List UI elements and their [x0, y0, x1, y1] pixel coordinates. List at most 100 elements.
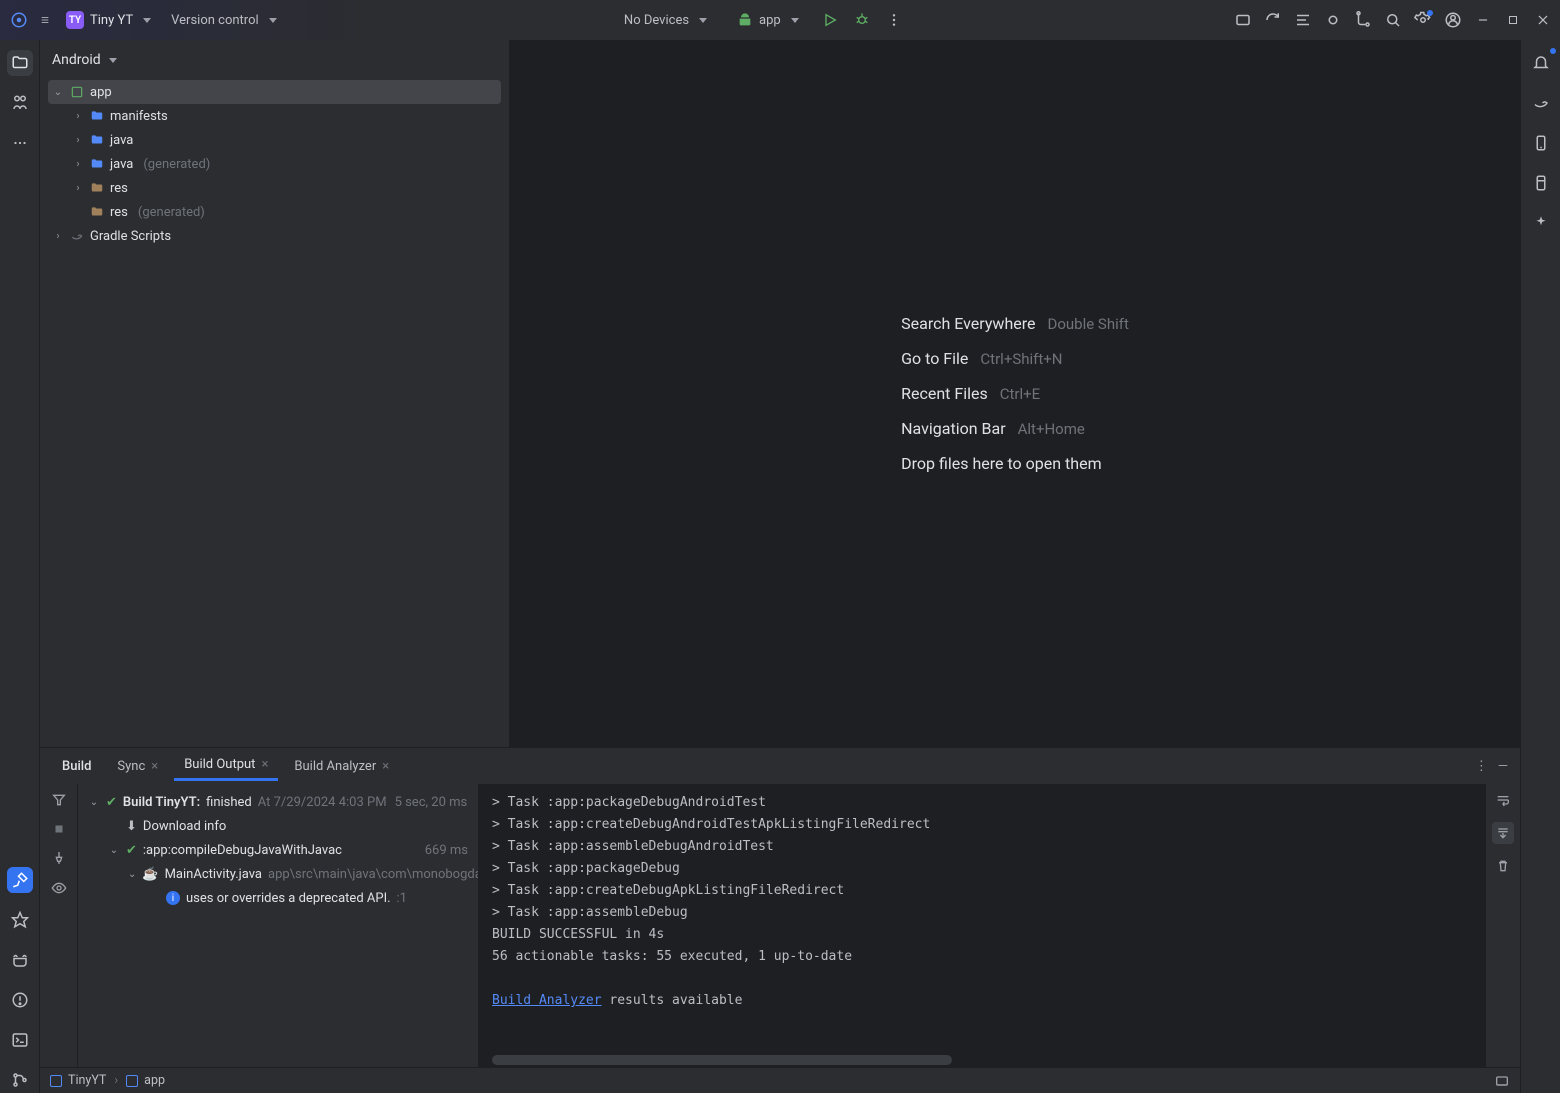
stop-icon[interactable] [52, 822, 66, 836]
minimize-panel-icon[interactable]: — [1498, 759, 1508, 774]
build-label: uses or overrides a deprecated API. [186, 891, 391, 906]
hint-shortcut: Ctrl+Shift+N [980, 350, 1062, 368]
tree-label: res [110, 205, 128, 220]
project-selector[interactable]: TY Tiny YT [60, 9, 157, 31]
minimize-icon[interactable] [1474, 11, 1492, 29]
app-logo-icon[interactable] [8, 9, 30, 31]
tree-label: app [90, 85, 112, 100]
more-tools-icon[interactable] [7, 130, 33, 156]
pin-icon[interactable] [51, 850, 67, 866]
stack-icon[interactable] [1294, 11, 1312, 29]
tab-build-analyzer[interactable]: Build Analyzer × [284, 753, 399, 780]
build-title: Build [52, 753, 101, 780]
build-node-file[interactable]: ⌄☕ MainActivity.java app\src\main\java\c… [82, 862, 474, 886]
tree-label: java [110, 133, 133, 148]
clear-icon[interactable] [1495, 858, 1511, 874]
run-config-selector[interactable]: app [729, 10, 807, 30]
device-selector[interactable]: No Devices [616, 11, 715, 30]
console-line: > Task :app:packageDebugAndroidTest [492, 792, 1472, 814]
build-analyzer-link[interactable]: Build Analyzer [492, 993, 602, 1008]
tab-sync[interactable]: Sync× [107, 753, 168, 780]
maximize-icon[interactable] [1504, 11, 1522, 29]
settings-icon[interactable] [1414, 11, 1432, 29]
build-node-warning[interactable]: i uses or overrides a deprecated API. :1 [82, 886, 474, 910]
close-icon[interactable]: × [261, 757, 268, 772]
tree-node-res[interactable]: › res [48, 176, 501, 200]
tree-label-suffix: (generated) [143, 157, 210, 172]
build-tool-window: Build Sync× Build Output× Build Analyzer… [40, 747, 1520, 1067]
build-duration: 5 sec, 20 ms [395, 795, 468, 810]
right-tool-strip [1520, 40, 1560, 1093]
tree-node-res-gen[interactable]: res (generated) [48, 200, 501, 224]
git-icon[interactable] [1354, 11, 1372, 29]
reload-icon[interactable] [1264, 11, 1282, 29]
tab-label: Build Analyzer [294, 759, 376, 774]
run-button[interactable] [821, 11, 839, 29]
tree-label: java [110, 157, 133, 172]
tree-node-java[interactable]: › java [48, 128, 501, 152]
device-label: No Devices [624, 13, 689, 28]
build-path: app\src\main\java\com\monobogda [268, 867, 478, 882]
build-node-compile[interactable]: ⌄✔ :app:compileDebugJavaWithJavac 669 ms [82, 838, 474, 862]
console-line: > Task :app:assembleDebugAndroidTest [492, 836, 1472, 858]
build-tool-icon[interactable] [7, 867, 33, 893]
code-with-me-icon[interactable] [1234, 11, 1252, 29]
tree-node-java-gen[interactable]: › java (generated) [48, 152, 501, 176]
build-console[interactable]: > Task :app:packageDebugAndroidTest > Ta… [478, 784, 1486, 1067]
close-icon[interactable]: × [382, 759, 389, 774]
hint-label: Navigation Bar [901, 419, 1005, 438]
build-label: Build TinyYT: [123, 795, 200, 810]
close-icon[interactable]: × [151, 759, 158, 774]
close-icon[interactable] [1534, 11, 1552, 29]
more-icon[interactable]: ⋮ [1475, 759, 1488, 774]
project-view-selector[interactable]: Android [40, 40, 509, 80]
build-node-root[interactable]: ⌄✔ Build TinyYT: finished At 7/29/2024 4… [82, 790, 474, 814]
terminal-tool-icon[interactable] [7, 1027, 33, 1053]
build-label: :app:compileDebugJavaWithJavac [143, 843, 342, 858]
soft-wrap-icon[interactable] [1495, 792, 1511, 808]
gradle-tool-icon[interactable] [1528, 90, 1554, 116]
tree-node-gradle[interactable]: › Gradle Scripts [48, 224, 501, 248]
problems-tool-icon[interactable] [7, 987, 33, 1013]
device-explorer-icon[interactable] [1528, 170, 1554, 196]
console-line: 56 actionable tasks: 55 executed, 1 up-t… [492, 946, 1472, 968]
ai-assistant-icon[interactable] [1528, 210, 1554, 236]
build-status: finished [206, 795, 252, 810]
hint-shortcut: Ctrl+E [1000, 385, 1040, 403]
chevron-down-icon [695, 13, 707, 28]
vcs-widget[interactable]: Version control [163, 11, 285, 30]
console-line: > Task :app:packageDebug [492, 858, 1472, 880]
bookmarks-tool-icon[interactable] [7, 907, 33, 933]
build-tree[interactable]: ⌄✔ Build TinyYT: finished At 7/29/2024 4… [78, 784, 478, 1067]
vcs-tool-icon[interactable] [7, 1067, 33, 1093]
hint-shortcut: Alt+Home [1018, 420, 1085, 438]
eye-icon[interactable] [51, 880, 67, 896]
scroll-to-end-icon[interactable] [1492, 822, 1514, 844]
project-tree[interactable]: ⌄ app › manifests › java [40, 80, 509, 256]
logcat-tool-icon[interactable] [7, 947, 33, 973]
build-node-download[interactable]: ⬇ Download info [82, 814, 474, 838]
run-config-label: app [759, 13, 781, 28]
tree-node-app[interactable]: ⌄ app [48, 80, 501, 104]
device-manager-icon[interactable] [1528, 130, 1554, 156]
chevron-down-icon [265, 13, 277, 28]
hint-label: Search Everywhere [901, 314, 1035, 333]
search-icon[interactable] [1384, 11, 1402, 29]
tree-label: manifests [110, 109, 168, 124]
status-widget-icon[interactable] [1494, 1073, 1510, 1089]
debug-button[interactable] [853, 11, 871, 29]
tab-build-output[interactable]: Build Output× [174, 751, 278, 781]
project-tool-icon[interactable] [7, 50, 33, 76]
main-menu-icon[interactable] [36, 11, 54, 29]
filter-icon[interactable] [51, 792, 67, 808]
structure-tool-icon[interactable] [7, 90, 33, 116]
breadcrumb[interactable]: TinyYT [50, 1073, 106, 1088]
more-actions-icon[interactable] [885, 11, 903, 29]
bug-icon[interactable] [1324, 11, 1342, 29]
breadcrumb[interactable]: app [126, 1073, 165, 1088]
tree-node-manifests[interactable]: › manifests [48, 104, 501, 128]
notifications-icon[interactable] [1528, 50, 1554, 76]
console-line: > Task :app:createDebugAndroidTestApkLis… [492, 814, 1472, 836]
account-icon[interactable] [1444, 11, 1462, 29]
horizontal-scrollbar[interactable] [492, 1055, 952, 1065]
